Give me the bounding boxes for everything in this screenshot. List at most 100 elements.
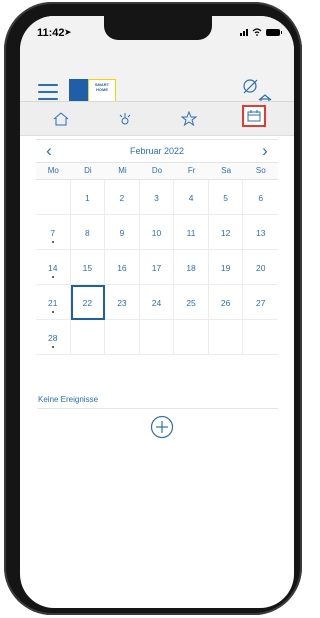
status-time: 11:42: [37, 27, 65, 39]
calendar-day[interactable]: 8: [70, 215, 106, 250]
day-number: 18: [186, 263, 196, 273]
calendar-day[interactable]: 1: [70, 180, 106, 215]
day-number: 20: [255, 263, 266, 273]
calendar-day[interactable]: 25: [174, 285, 209, 320]
day-number: 16: [117, 263, 127, 273]
calendar-day[interactable]: 7: [36, 215, 71, 250]
month-label: Februar 2022: [129, 146, 185, 156]
day-number: 24: [151, 298, 162, 308]
events-empty-label: Keine Ereignisse: [38, 395, 99, 404]
nav-tabs: [20, 101, 294, 136]
app-screen: 11:42 ➤ SMART HOME ‹ Februar 2022 › Mo D…: [20, 16, 294, 608]
calendar-header: ‹ Februar 2022 ›: [36, 140, 278, 162]
day-number: 2: [119, 193, 125, 203]
calendar-day[interactable]: 13: [243, 215, 278, 250]
day-number: 21: [48, 298, 58, 308]
day-number: 15: [82, 263, 93, 273]
calendar-empty-cell: [139, 320, 175, 355]
battery-icon: [266, 28, 282, 36]
weekday-label: Mi: [118, 166, 127, 175]
calendar-day[interactable]: 27: [243, 285, 278, 320]
calendar-day[interactable]: 18: [174, 250, 209, 285]
weekday-label: Do: [151, 166, 163, 175]
day-grid: 1 2 3 4 5 6 7 8 9 10 11 12 13 14 15 16 17 18 19 20 21 22 23 24 2…: [36, 180, 278, 355]
calendar-day[interactable]: 22: [70, 285, 106, 320]
app-header: SMART HOME: [20, 48, 294, 107]
home-icon: [53, 111, 69, 125]
calendar-day[interactable]: 11: [174, 215, 209, 250]
weekday-row: Mo Di Mi Do Fr Sa So: [36, 162, 278, 180]
calendar-day[interactable]: 20: [243, 250, 278, 285]
day-number: 27: [255, 298, 266, 308]
calendar-day[interactable]: 15: [70, 250, 106, 285]
thermostat-icon: [119, 112, 131, 124]
phone-frame: 11:42 ➤ SMART HOME ‹ Februar 2022 › Mo D…: [4, 2, 302, 615]
event-indicator-dot: [51, 241, 54, 243]
day-number: 6: [258, 193, 264, 203]
calendar-empty-cell: [208, 320, 244, 355]
next-month-button[interactable]: ›: [258, 142, 272, 159]
calendar-day[interactable]: 5: [208, 180, 244, 215]
event-indicator-dot: [51, 311, 54, 313]
calendar-day[interactable]: 17: [139, 250, 175, 285]
location-icon: ➤: [64, 27, 72, 37]
notch: [104, 16, 212, 40]
calendar-empty-cell: [243, 320, 278, 355]
day-number: 23: [117, 298, 127, 308]
weekday-label: Fr: [187, 166, 196, 175]
calendar-day[interactable]: 24: [139, 285, 175, 320]
day-number: 8: [84, 228, 90, 238]
calendar-empty-cell: [70, 320, 106, 355]
day-number: 1: [84, 193, 90, 203]
calendar-day[interactable]: 12: [208, 215, 244, 250]
tab-devices[interactable]: [106, 102, 144, 135]
day-number: 3: [154, 193, 159, 203]
month-calendar: ‹ Februar 2022 › Mo Di Mi Do Fr Sa So 12…: [36, 139, 278, 384]
calendar-empty-cell: [105, 320, 140, 355]
menu-button[interactable]: [38, 84, 58, 100]
brand-logo: SMART HOME: [69, 79, 116, 104]
calendar-day[interactable]: 10: [139, 215, 175, 250]
calendar-day[interactable]: 28: [36, 320, 71, 355]
day-number: 12: [220, 228, 231, 238]
day-number: 9: [119, 228, 125, 238]
day-number: 28: [48, 333, 58, 343]
calendar-empty-cell: [36, 180, 71, 215]
calendar-day[interactable]: 16: [105, 250, 140, 285]
day-number: 5: [223, 193, 228, 203]
calendar-empty-cell: [174, 320, 209, 355]
calendar-day[interactable]: 14: [36, 250, 71, 285]
calendar-day[interactable]: 23: [105, 285, 140, 320]
wifi-icon: [252, 28, 262, 36]
weekday-label: Mo: [47, 166, 59, 175]
day-number: 11: [186, 228, 196, 238]
calendar-day[interactable]: 19: [208, 250, 244, 285]
calendar-day[interactable]: 3: [139, 180, 175, 215]
day-number: 22: [82, 298, 93, 308]
day-number: 10: [151, 228, 162, 238]
logo-mark: [69, 79, 88, 102]
status-right: [240, 28, 282, 36]
calendar-day[interactable]: 6: [243, 180, 278, 215]
day-number: 26: [220, 298, 231, 308]
event-indicator-dot: [51, 276, 54, 278]
day-number: 7: [50, 228, 56, 238]
tab-calendar[interactable]: [242, 105, 266, 127]
calendar-day[interactable]: 4: [174, 180, 209, 215]
calendar-day[interactable]: 9: [105, 215, 140, 250]
star-icon: [181, 111, 197, 126]
calendar-day[interactable]: 21: [36, 285, 71, 320]
calendar-icon: [247, 110, 261, 122]
calendar-day[interactable]: 2: [105, 180, 140, 215]
signal-icon: [240, 28, 248, 36]
calendar-day[interactable]: 26: [208, 285, 244, 320]
weekday-label: So: [255, 166, 266, 175]
day-number: 13: [255, 228, 266, 238]
weekday-label: Sa: [221, 166, 232, 175]
tab-favorites[interactable]: [170, 102, 208, 135]
day-number: 14: [48, 263, 58, 273]
day-number: 17: [151, 263, 162, 273]
tab-home[interactable]: [42, 102, 80, 135]
add-event-button[interactable]: [150, 415, 174, 439]
day-number: 19: [220, 263, 231, 273]
